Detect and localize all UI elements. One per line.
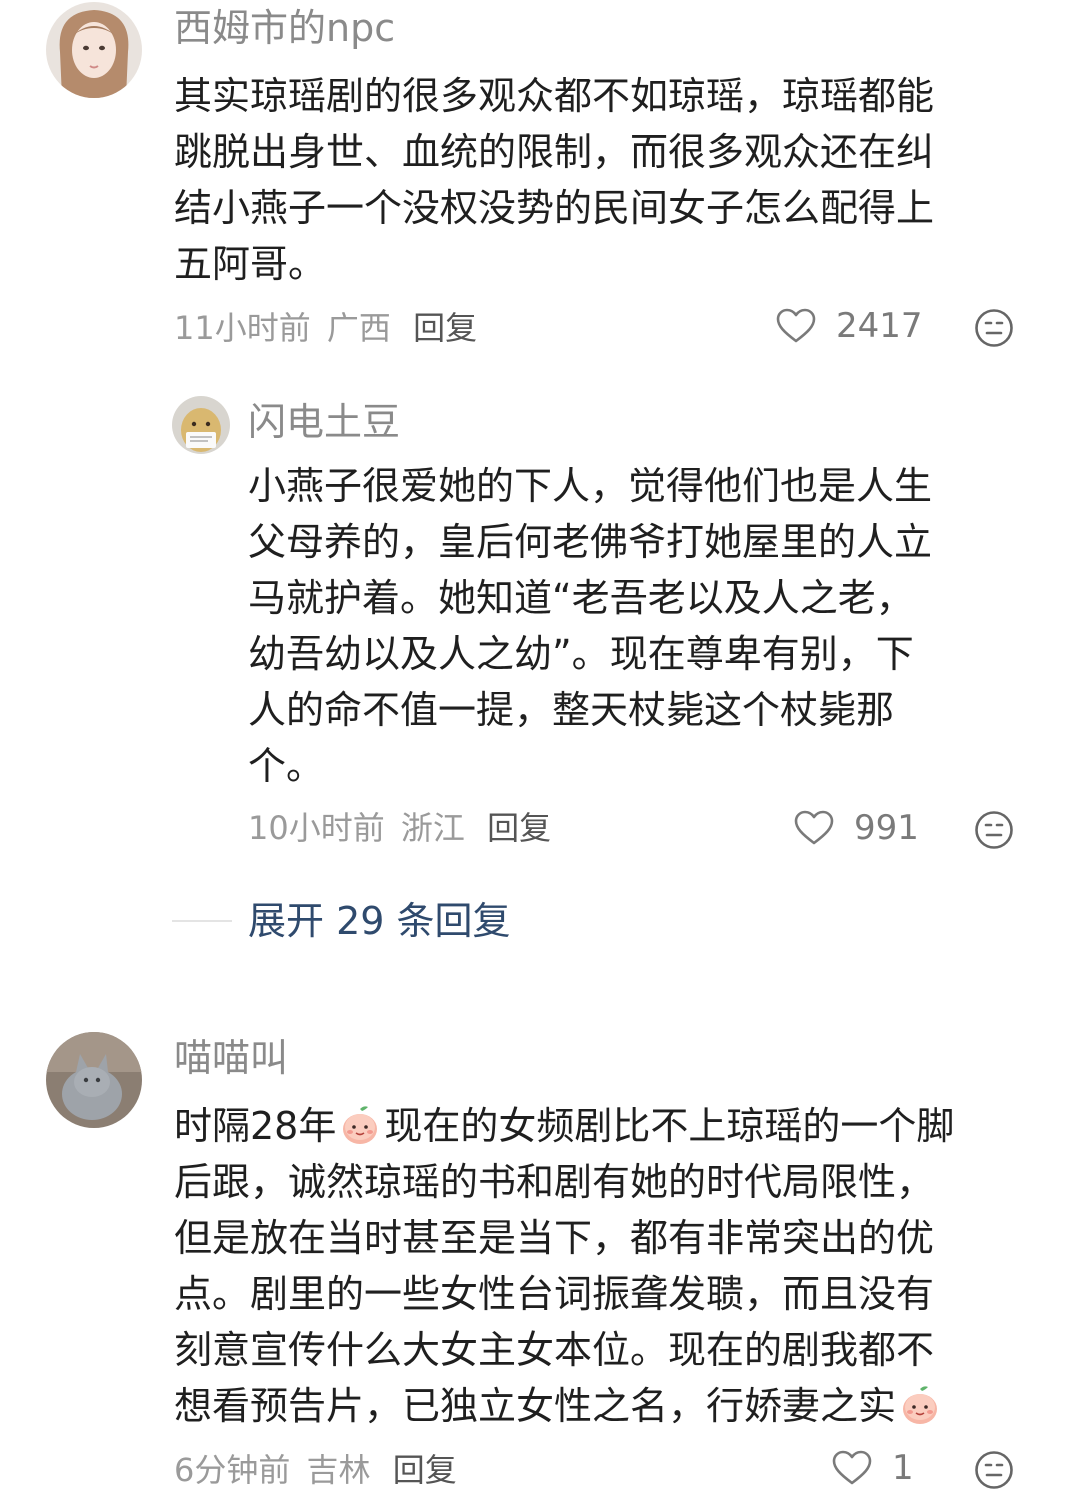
reply-button[interactable]: 回复	[487, 809, 551, 847]
comment-line: 点。剧里的一些女性台词振聋发聩，而且没有	[174, 1272, 935, 1316]
like-button[interactable]: 2417	[776, 306, 923, 346]
comment-username[interactable]: 喵喵叫	[174, 1036, 288, 1080]
comment-location: 广西	[326, 309, 391, 347]
avatar-plush-toy-image	[172, 396, 230, 454]
avatar[interactable]	[46, 2, 142, 98]
comment-text: 时隔28年 现在的女频剧比不上琼瑶的一个脚 后跟，诚然琼瑶的书和剧有她的时代局限性…	[174, 1098, 954, 1434]
comment-line: 小燕子很爱她的下人，觉得他们也是人生	[248, 464, 933, 508]
comment-text: 其实琼瑶剧的很多观众都不如琼瑶，琼瑶都能 跳脱出身世、血统的限制，而很多观众还在…	[174, 68, 934, 292]
comment-line: 其实琼瑶剧的很多观众都不如琼瑶，琼瑶都能	[174, 74, 935, 118]
comment-line: 想看预告片，已独立女性之名，行娇妻之实	[174, 1378, 954, 1434]
like-button[interactable]: 991	[794, 808, 919, 848]
comment-line: 刻意宣传什么大女主女本位。现在的剧我都不	[174, 1328, 935, 1372]
react-button[interactable]	[974, 308, 1014, 348]
comment-line: 个。	[248, 744, 325, 788]
comment-text-segment: 想看预告片，已独立女性之名，行娇妻之实	[174, 1384, 897, 1428]
react-button[interactable]	[974, 810, 1014, 850]
comment-username[interactable]: 西姆市的npc	[174, 6, 395, 50]
heart-outline-icon	[832, 1450, 872, 1485]
comment-location: 浙江	[400, 809, 465, 847]
comment-text-segment: 时隔28年	[174, 1104, 337, 1148]
comment-meta: 10小时前 浙江 回复	[248, 808, 551, 848]
neutral-face-icon	[975, 1451, 1013, 1489]
expand-divider	[172, 920, 232, 922]
reply-button[interactable]: 回复	[393, 1451, 457, 1489]
react-button[interactable]	[974, 1450, 1014, 1490]
comment-line: 后跟，诚然琼瑶的书和剧有她的时代局限性，	[174, 1160, 935, 1204]
like-count: 991	[854, 808, 919, 848]
comment-line: 结小燕子一个没权没势的民间女子怎么配得上	[174, 186, 935, 230]
comment-time: 6分钟前	[174, 1451, 291, 1489]
peach-face-emoji-icon	[338, 1103, 382, 1147]
avatar[interactable]	[172, 396, 230, 454]
comment-username[interactable]: 闪电土豆	[248, 400, 400, 444]
comment-time: 10小时前	[248, 809, 385, 847]
reply-button[interactable]: 回复	[413, 309, 477, 347]
like-count: 2417	[836, 306, 923, 346]
avatar[interactable]	[46, 1032, 142, 1128]
comment-line: 人的命不值一提，整天杖毙这个杖毙那	[248, 688, 895, 732]
comment-line: 跳脱出身世、血统的限制，而很多观众还在纠	[174, 130, 935, 174]
heart-outline-icon	[794, 810, 834, 845]
neutral-face-icon	[975, 811, 1013, 849]
avatar-cat-image	[46, 1032, 142, 1128]
expand-replies-button[interactable]: 展开 29 条回复	[248, 899, 511, 943]
neutral-face-icon	[975, 309, 1013, 347]
comment-line: 马就护着。她知道“老吾老以及人之老，	[248, 576, 914, 620]
peach-face-emoji-icon	[898, 1383, 942, 1427]
like-button[interactable]: 1	[832, 1448, 914, 1488]
comment-location: 吉林	[306, 1451, 371, 1489]
comment-line: 父母养的，皇后何老佛爷打她屋里的人立	[248, 520, 933, 564]
comment-text: 小燕子很爱她的下人，觉得他们也是人生 父母养的，皇后何老佛爷打她屋里的人立 马就…	[248, 458, 932, 794]
comment-line: 幼吾幼以及人之幼”。现在尊卑有别，下	[248, 632, 914, 676]
comment-text-segment: 现在的女频剧比不上琼瑶的一个脚	[384, 1104, 955, 1148]
comment-line: 五阿哥。	[174, 242, 327, 286]
like-count: 1	[892, 1448, 914, 1488]
comment-time: 11小时前	[174, 309, 311, 347]
comment-line: 时隔28年 现在的女频剧比不上琼瑶的一个脚	[174, 1098, 954, 1154]
avatar-portrait-image	[46, 2, 142, 98]
heart-outline-icon	[776, 308, 816, 343]
comment-meta: 6分钟前 吉林 回复	[174, 1450, 457, 1490]
comment-meta: 11小时前 广西 回复	[174, 308, 477, 348]
comment-line: 但是放在当时甚至是当下，都有非常突出的优	[174, 1216, 935, 1260]
